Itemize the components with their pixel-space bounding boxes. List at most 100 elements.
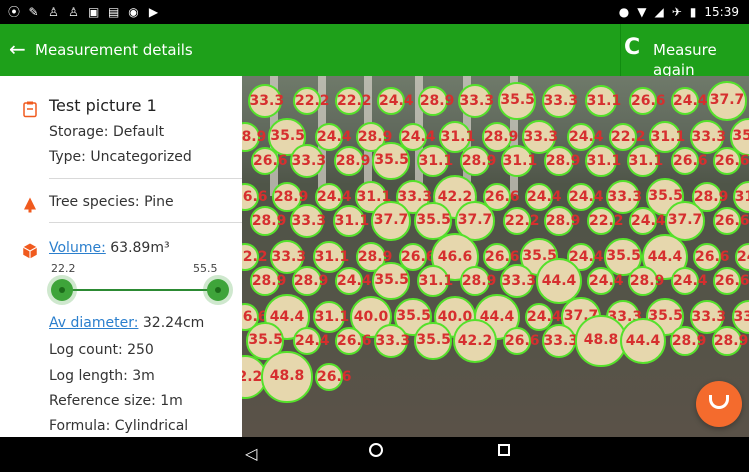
- log-measurement[interactable]: 33.3: [499, 263, 536, 299]
- log-measurement[interactable]: 31.1: [584, 84, 621, 118]
- log-length-text: Log length: 3m: [49, 368, 155, 384]
- log-measurement[interactable]: 48.8: [575, 315, 627, 367]
- range-slider-track[interactable]: [61, 289, 217, 291]
- log-measurement[interactable]: 24.4: [629, 207, 666, 235]
- log-measurement[interactable]: 24.4: [567, 123, 604, 151]
- volume-link[interactable]: Volume:: [49, 240, 106, 256]
- av-diameter-link[interactable]: Av diameter:: [49, 315, 138, 331]
- log-measurement[interactable]: 24.4: [525, 183, 562, 211]
- log-measurement[interactable]: 26.6: [251, 147, 288, 175]
- log-measurement[interactable]: 22.2: [609, 123, 646, 151]
- nav-back-icon[interactable]: ◁: [245, 444, 257, 463]
- log-measurement[interactable]: 22.2: [587, 207, 624, 235]
- log-measurement[interactable]: 26.6: [671, 147, 708, 175]
- log-measurement[interactable]: 24.4: [567, 183, 604, 211]
- log-measurement[interactable]: 26.6: [713, 207, 749, 235]
- log-measurement[interactable]: 28.9: [711, 325, 748, 357]
- chat-icon: [709, 395, 729, 409]
- log-measurement[interactable]: 35.5: [372, 262, 410, 300]
- log-measurement[interactable]: 22.2: [503, 207, 540, 235]
- log-measurement[interactable]: 22.2: [242, 243, 268, 271]
- back-arrow-icon[interactable]: ←: [9, 37, 26, 61]
- divider: [49, 222, 242, 223]
- log-measurement[interactable]: 31.1: [500, 144, 537, 178]
- log-measurement[interactable]: 26.6: [629, 87, 666, 115]
- log-measurement[interactable]: 24.4: [735, 243, 749, 271]
- tree-icon: [24, 197, 36, 213]
- log-measurement[interactable]: 28.9: [333, 145, 370, 177]
- log-measurement[interactable]: 31.1: [626, 144, 663, 178]
- log-measurement[interactable]: 24.4: [671, 267, 708, 295]
- refresh-icon[interactable]: C: [624, 34, 640, 62]
- log-measurement[interactable]: 24.4: [335, 267, 372, 295]
- map-icon: ▤: [108, 5, 120, 19]
- nav-recents-icon[interactable]: [498, 444, 510, 456]
- measurement-photo[interactable]: 33.3 22.2 22.2 24.4 28.9 33.3 35.5 33.3 31.1 26.6…: [242, 76, 749, 437]
- log-measurement[interactable]: 37.7: [371, 201, 411, 241]
- log-measurement[interactable]: 33.3: [541, 323, 578, 359]
- android-icon: ◉: [128, 5, 139, 19]
- log-measurement[interactable]: 31.1: [416, 144, 453, 178]
- av-diameter-value: 32.24cm: [142, 315, 205, 331]
- log-measurement[interactable]: 31.1: [584, 144, 621, 178]
- battery-icon: ▮: [689, 5, 697, 19]
- log-measurement[interactable]: 28.9: [291, 265, 328, 297]
- status-right: ● ▼ ◢ ✈ ▮ 15:39: [619, 5, 739, 19]
- status-time: 15:39: [704, 5, 739, 19]
- log-measurement[interactable]: 35.5: [414, 322, 452, 360]
- log-measurement[interactable]: 24.4: [315, 183, 352, 211]
- log-measurement[interactable]: 44.4: [619, 317, 667, 365]
- log-measurement[interactable]: 22.2: [335, 87, 372, 115]
- log-measurement[interactable]: 24.4: [293, 327, 330, 355]
- log-measurement[interactable]: 33.3: [541, 83, 578, 119]
- log-measurement[interactable]: 28.9: [459, 145, 496, 177]
- log-measurement[interactable]: 28.9: [459, 265, 496, 297]
- slider-min-label: 22.2: [51, 262, 76, 275]
- log-measurement[interactable]: 28.9: [242, 121, 266, 153]
- log-measurement[interactable]: 33.3: [457, 83, 494, 119]
- slider-max-handle[interactable]: [207, 279, 229, 301]
- person-icon: ♙: [48, 5, 59, 19]
- log-measurement[interactable]: 24.4: [377, 87, 414, 115]
- log-measurement[interactable]: 33.3: [373, 323, 410, 359]
- log-measurement[interactable]: 31.1: [732, 180, 749, 214]
- status-left-icons: ⦿ ✎ ♙ ♙ ▣ ▤ ◉ ▶: [8, 6, 159, 18]
- log-measurement[interactable]: 26.6: [315, 363, 352, 391]
- log-measurement[interactable]: 28.9: [669, 325, 706, 357]
- log-measurement[interactable]: 24.4: [671, 87, 708, 115]
- measure-again-button[interactable]: Measure again: [653, 40, 749, 80]
- chat-button[interactable]: [696, 381, 742, 427]
- log-measurement[interactable]: 31.1: [416, 264, 453, 298]
- log-measurement[interactable]: 24.4: [587, 267, 624, 295]
- log-measurement[interactable]: 28.9: [627, 265, 664, 297]
- log-measurement[interactable]: 28.9: [417, 85, 454, 117]
- volume-row: Volume: 63.89m³: [49, 239, 170, 257]
- status-bar: ⦿ ✎ ♙ ♙ ▣ ▤ ◉ ▶ ● ▼ ◢ ✈ ▮ 15:39: [0, 0, 749, 24]
- log-measurement[interactable]: 35.5: [498, 82, 536, 120]
- log-measurement[interactable]: 26.6: [713, 267, 749, 295]
- log-measurement[interactable]: 22.2: [293, 87, 330, 115]
- slider-min-handle[interactable]: [51, 279, 73, 301]
- log-measurement[interactable]: 28.9: [249, 265, 286, 297]
- log-measurement[interactable]: 26.6: [713, 147, 749, 175]
- log-measurement[interactable]: 24.4: [315, 123, 352, 151]
- log-measurement[interactable]: 42.2: [452, 318, 498, 364]
- log-measurement[interactable]: 37.7: [707, 81, 747, 121]
- log-measurement[interactable]: 33.3: [289, 203, 326, 239]
- log-measurement[interactable]: 26.6: [242, 183, 268, 211]
- slider-max-label: 55.5: [193, 262, 218, 275]
- log-measurement[interactable]: 48.8: [261, 351, 313, 403]
- person-icon: ♙: [68, 5, 79, 19]
- log-measurement[interactable]: 31.1: [332, 204, 369, 238]
- tree-species-text: Tree species: Pine: [49, 194, 174, 210]
- mute-icon: ●: [618, 5, 630, 19]
- log-measurement[interactable]: 35.5: [372, 142, 410, 180]
- log-measurement[interactable]: 28.9: [543, 205, 580, 237]
- log-measurement[interactable]: 28.9: [543, 145, 580, 177]
- log-measurement[interactable]: 26.6: [693, 243, 730, 271]
- log-measurement[interactable]: 26.6: [335, 327, 372, 355]
- log-measurement[interactable]: 28.9: [249, 205, 286, 237]
- log-measurement[interactable]: 26.6: [503, 327, 540, 355]
- airplane-icon: ✈: [671, 5, 682, 19]
- nav-home-icon[interactable]: [369, 443, 383, 457]
